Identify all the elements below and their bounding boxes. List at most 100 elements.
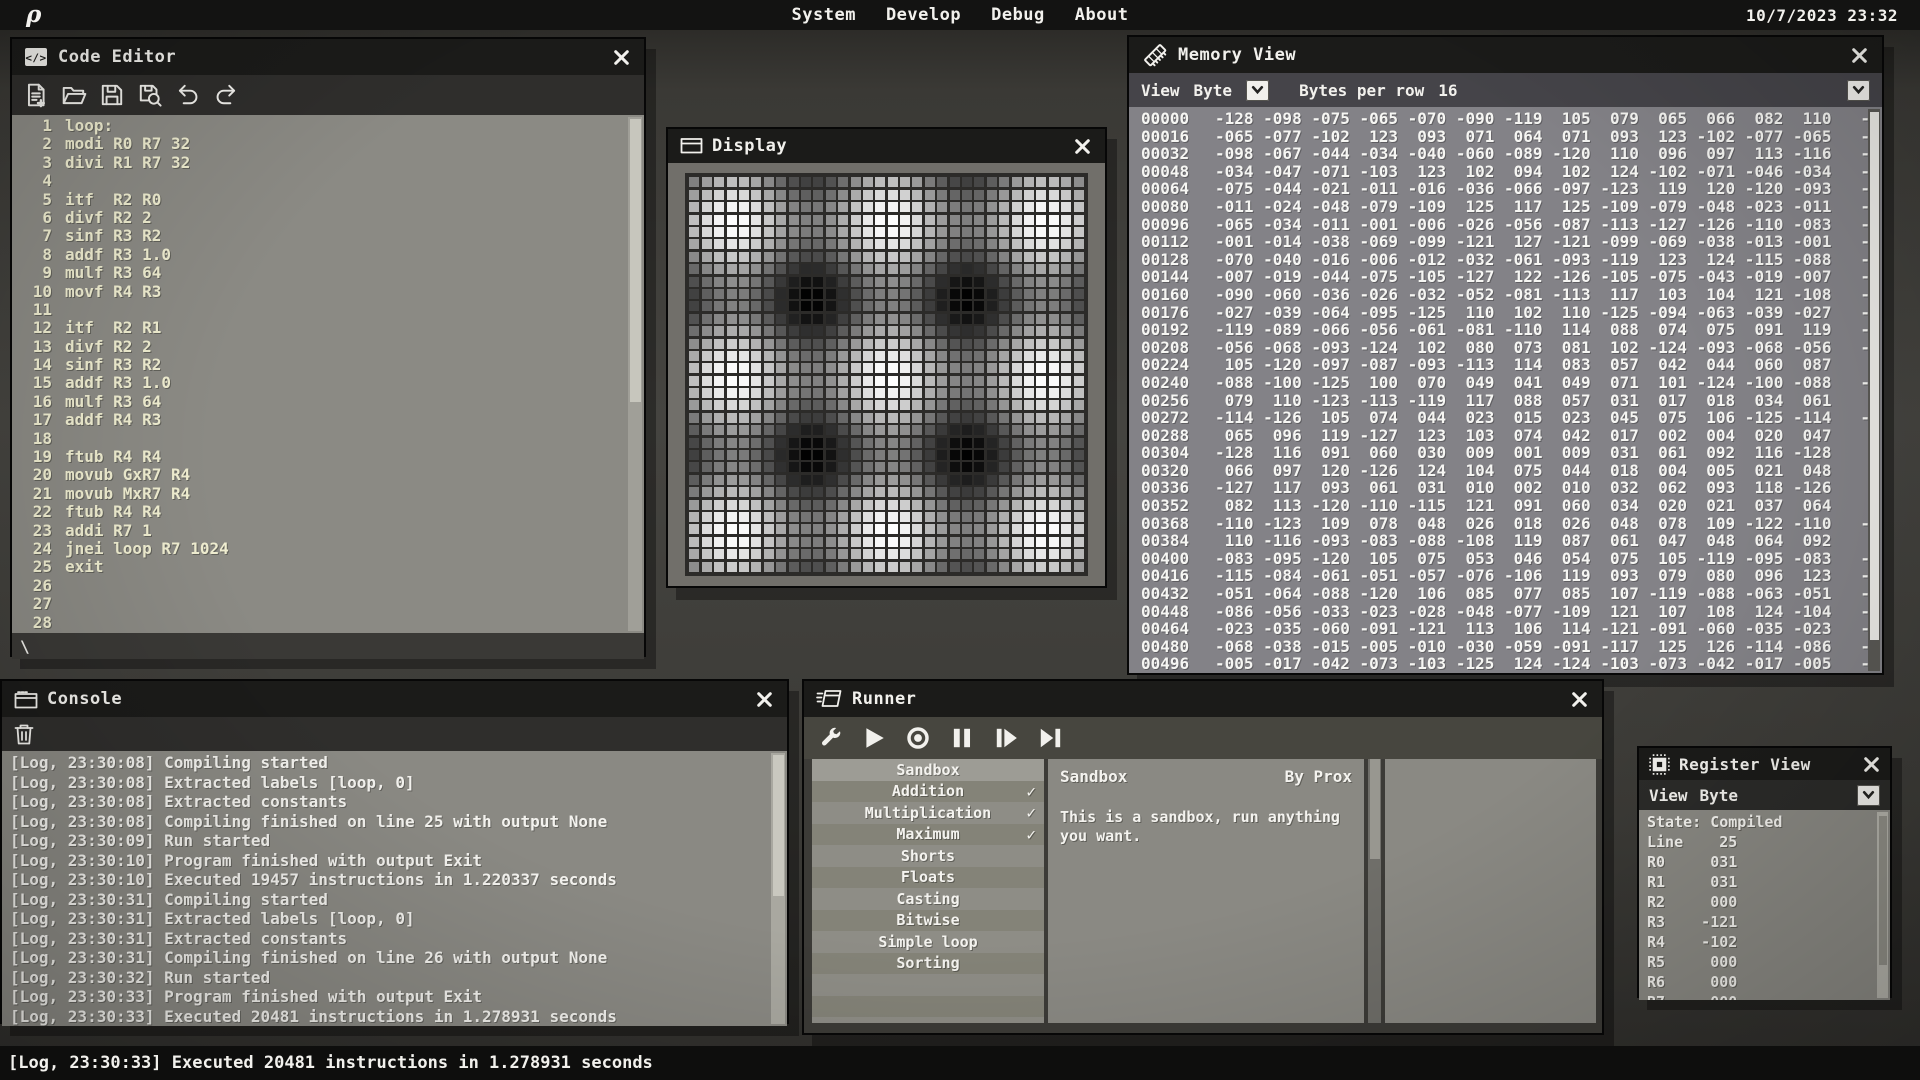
display-pixel (689, 202, 699, 212)
test-item-maximum[interactable]: Maximum✓ (812, 824, 1044, 846)
undo-button[interactable] (174, 81, 202, 109)
test-item-simple-loop[interactable]: Simple loop (812, 931, 1044, 953)
code-scroll-thumb[interactable] (630, 119, 641, 402)
display-pixel (1012, 512, 1022, 522)
display-pixel (776, 462, 786, 472)
open-folder-button[interactable] (60, 81, 88, 109)
test-item-floats[interactable]: Floats (812, 867, 1044, 889)
test-item-sandbox[interactable]: Sandbox (812, 759, 1044, 781)
runner-scrollbar[interactable] (1368, 759, 1381, 1023)
display-pixel (987, 326, 997, 336)
display-pixel (1061, 537, 1071, 547)
display-pixel (751, 425, 761, 435)
test-item-sorting[interactable]: Sorting (812, 953, 1044, 975)
display-pixel (900, 202, 910, 212)
display-pixel (776, 376, 786, 386)
step-button[interactable] (992, 724, 1020, 752)
test-item-addition[interactable]: Addition✓ (812, 781, 1044, 803)
display-pixel (813, 562, 823, 572)
register-toolbar: View Byte (1639, 780, 1890, 810)
display-pixel (851, 351, 861, 361)
register-scroll-thumb[interactable] (1879, 816, 1887, 965)
display-pixel (912, 425, 922, 435)
test-item-casting[interactable]: Casting (812, 888, 1044, 910)
bytes-per-row-dropdown[interactable] (1847, 80, 1870, 101)
memory-scroll-thumb[interactable] (1870, 112, 1879, 640)
menu-item-about[interactable]: About (1075, 5, 1129, 25)
console-scrollbar[interactable] (771, 753, 785, 1024)
display-pixel (925, 500, 935, 510)
display-pixel (727, 388, 737, 398)
display-pixel (987, 239, 997, 249)
run-to-end-button[interactable] (1036, 724, 1064, 752)
window-title: Register View (1679, 755, 1811, 774)
display-pixel (727, 177, 737, 187)
pause-button[interactable] (948, 724, 976, 752)
display-pixel (838, 314, 848, 324)
console-scroll-thumb[interactable] (773, 755, 784, 896)
test-item-multiplication[interactable]: Multiplication✓ (812, 802, 1044, 824)
display-pixel (751, 438, 761, 448)
display-pixel (813, 413, 823, 423)
display-pixel (937, 215, 947, 225)
display-pixel (925, 376, 935, 386)
register-scrollbar[interactable] (1877, 812, 1888, 998)
display-pixel (1012, 413, 1022, 423)
save-as-button[interactable] (136, 81, 164, 109)
redo-button[interactable] (212, 81, 240, 109)
display-pixel (714, 351, 724, 361)
wrench-button[interactable] (818, 725, 844, 751)
display-pixel (764, 215, 774, 225)
menu-item-debug[interactable]: Debug (991, 5, 1045, 25)
close-icon[interactable] (1568, 688, 1590, 710)
display-pixel (912, 289, 922, 299)
display-pixel (863, 462, 873, 472)
display-pixel (950, 562, 960, 572)
close-icon[interactable] (1860, 753, 1882, 775)
display-pixel (838, 500, 848, 510)
display-pixel (751, 252, 761, 262)
close-icon[interactable] (1848, 44, 1870, 66)
runner-scroll-thumb[interactable] (1370, 759, 1380, 859)
memory-values: -127 117 093 061 031 010 002 010 032 062… (1215, 479, 1880, 497)
memory-values: -114 -126 105 074 044 023 015 023 045 07… (1215, 409, 1880, 427)
close-icon[interactable] (753, 688, 775, 710)
display-pixel (714, 289, 724, 299)
display-pixel (727, 339, 737, 349)
display-pixel (900, 400, 910, 410)
display-pixel (702, 562, 712, 572)
register-view-dropdown[interactable] (1857, 785, 1880, 806)
test-item-shorts[interactable]: Shorts (812, 845, 1044, 867)
menu-item-system[interactable]: System (792, 5, 856, 25)
test-label: Sorting (896, 954, 959, 972)
test-item-bitwise[interactable]: Bitwise (812, 910, 1044, 932)
display-pixel (851, 277, 861, 287)
code-area[interactable]: 1loop:2modi R0 R7 323divi R1 R7 3245itf … (12, 115, 644, 633)
new-file-button[interactable] (22, 81, 50, 109)
display-pixel (1024, 252, 1034, 262)
memory-scrollbar[interactable] (1868, 109, 1880, 671)
close-icon[interactable] (610, 46, 632, 68)
code-scrollbar[interactable] (628, 117, 642, 631)
display-pixel (937, 512, 947, 522)
display-pixel (851, 400, 861, 410)
menu-item-develop[interactable]: Develop (886, 5, 961, 25)
display-pixel (801, 425, 811, 435)
display-pixel (937, 425, 947, 435)
stop-button[interactable] (904, 724, 932, 752)
display-pixel (727, 400, 737, 410)
view-mode-dropdown[interactable] (1246, 80, 1269, 101)
display-pixel (801, 289, 811, 299)
display-pixel (987, 351, 997, 361)
display-pixel (776, 549, 786, 559)
resize-handle[interactable]: \ (20, 637, 30, 656)
display-pixel (974, 339, 984, 349)
save-button[interactable] (98, 81, 126, 109)
display-pixel (1074, 376, 1084, 386)
trash-icon[interactable] (12, 721, 36, 747)
run-button[interactable] (860, 724, 888, 752)
memory-address: 00432 (1141, 585, 1199, 603)
close-icon[interactable] (1071, 135, 1093, 157)
display-pixel (912, 562, 922, 572)
display-pixel (962, 413, 972, 423)
